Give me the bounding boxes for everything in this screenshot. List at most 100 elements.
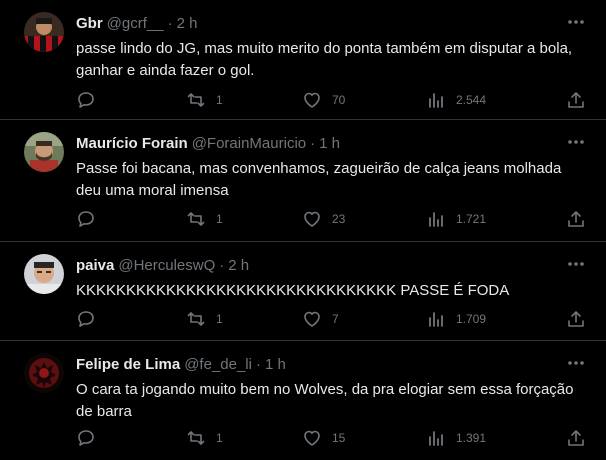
avatar[interactable] — [24, 353, 64, 393]
avatar-image-paiva — [24, 254, 64, 294]
avatar-image-mauricio — [24, 132, 64, 172]
retweet-button[interactable]: 1 — [186, 89, 223, 111]
display-name[interactable]: paiva — [76, 257, 114, 274]
retweet-button[interactable]: 1 — [186, 308, 223, 330]
like-button[interactable]: 7 — [302, 308, 339, 330]
retweet-button[interactable]: 1 — [186, 208, 223, 230]
share-upload-icon — [568, 211, 584, 227]
tweet-actions: 1 7 1.709 — [0, 308, 606, 330]
views-button[interactable]: 1.709 — [426, 308, 486, 330]
avatar[interactable] — [24, 132, 64, 172]
reply-button[interactable] — [76, 89, 96, 111]
retweet-count: 1 — [216, 212, 223, 226]
share-button[interactable] — [566, 89, 586, 111]
reply-button[interactable] — [76, 308, 96, 330]
tweet-actions: 1 23 1.721 — [0, 208, 606, 230]
more-options-button[interactable] — [564, 12, 588, 32]
heart-icon — [304, 92, 320, 108]
tweet-actions: 1 15 1.391 — [0, 427, 606, 449]
separator-dot: · — [310, 135, 316, 152]
tweet-text: passe lindo do JG, mas muito merito do p… — [76, 40, 573, 79]
user-handle[interactable]: @fe_de_li — [184, 356, 252, 373]
display-name[interactable]: Maurício Forain — [76, 135, 188, 152]
tweet-header: Felipe de Lima @fe_de_li · 1 h — [76, 355, 286, 375]
like-button[interactable]: 70 — [302, 89, 345, 111]
views-count: 1.391 — [456, 431, 487, 445]
more-options-button[interactable] — [564, 132, 588, 152]
like-button[interactable]: 23 — [302, 208, 345, 230]
user-handle[interactable]: @HerculeswQ — [118, 257, 215, 274]
separator-dot: · — [219, 257, 225, 274]
user-handle[interactable]: @gcrf__ — [107, 15, 164, 32]
user-handle[interactable]: @ForainMauricio — [192, 135, 306, 152]
tweet-text: KKKKKKKKKKKKKKKKKKKKKKKKKKKKKKKK PASSE É… — [76, 282, 510, 299]
share-upload-icon — [568, 430, 584, 446]
reply-button[interactable] — [76, 427, 96, 449]
retweet-icon — [187, 212, 205, 226]
tweet-text: Passe foi bacana, mas convenhamos, zague… — [76, 160, 562, 199]
share-upload-icon — [568, 311, 584, 327]
retweet-count: 1 — [216, 312, 223, 326]
reply-bubble-icon — [78, 92, 94, 108]
retweet-icon — [187, 93, 205, 107]
more-options-button[interactable] — [564, 353, 588, 373]
bar-chart-views-icon — [429, 312, 443, 327]
tweet-header: Gbr @gcrf__ · 2 h — [76, 14, 197, 34]
more-horizontal-icon — [568, 20, 584, 24]
tweet-item[interactable]: Maurício Forain @ForainMauricio · 1 h Passe… — [0, 120, 606, 242]
views-button[interactable]: 1.391 — [426, 427, 486, 449]
bar-chart-views-icon — [429, 93, 443, 108]
like-count: 15 — [332, 431, 346, 445]
retweet-button[interactable]: 1 — [186, 427, 223, 449]
views-count: 1.709 — [456, 312, 487, 326]
share-button[interactable] — [566, 308, 586, 330]
views-count: 1.721 — [456, 212, 487, 226]
like-count: 7 — [332, 312, 339, 326]
more-horizontal-icon — [568, 140, 584, 144]
retweet-icon — [187, 431, 205, 445]
views-button[interactable]: 1.721 — [426, 208, 486, 230]
display-name[interactable]: Felipe de Lima — [76, 356, 180, 373]
retweet-icon — [187, 312, 205, 326]
more-options-button[interactable] — [564, 254, 588, 274]
more-horizontal-icon — [568, 262, 584, 266]
reply-feed: Gbr @gcrf__ · 2 h passe lindo do JG, mas mu… — [0, 0, 606, 460]
timestamp[interactable]: 1 h — [265, 356, 286, 373]
views-button[interactable]: 2.544 — [426, 89, 486, 111]
reply-bubble-icon — [78, 430, 94, 446]
avatar-image-felipe — [24, 353, 64, 393]
timestamp[interactable]: 2 h — [228, 257, 249, 274]
share-upload-icon — [568, 92, 584, 108]
tweet-item[interactable]: Felipe de Lima @fe_de_li · 1 h O cara ta jo… — [0, 341, 606, 460]
avatar[interactable] — [24, 12, 64, 52]
heart-icon — [304, 211, 320, 227]
tweet-header: paiva @HerculeswQ · 2 h — [76, 256, 249, 276]
timestamp[interactable]: 2 h — [177, 15, 198, 32]
tweet-item[interactable]: paiva @HerculeswQ · 2 h KKKKKKKKKKKKKKKKKKK… — [0, 242, 606, 341]
display-name[interactable]: Gbr — [76, 15, 103, 32]
more-horizontal-icon — [568, 361, 584, 365]
views-count: 2.544 — [456, 93, 487, 107]
heart-icon — [304, 311, 320, 327]
share-button[interactable] — [566, 208, 586, 230]
separator-dot: · — [167, 15, 173, 32]
like-count: 23 — [332, 212, 346, 226]
reply-bubble-icon — [78, 311, 94, 327]
tweet-text: O cara ta jogando muito bem no Wolves, d… — [76, 381, 574, 420]
bar-chart-views-icon — [429, 212, 443, 227]
share-button[interactable] — [566, 427, 586, 449]
retweet-count: 1 — [216, 93, 223, 107]
retweet-count: 1 — [216, 431, 223, 445]
like-count: 70 — [332, 93, 346, 107]
tweet-item[interactable]: Gbr @gcrf__ · 2 h passe lindo do JG, mas mu… — [0, 0, 606, 120]
reply-bubble-icon — [78, 211, 94, 227]
heart-icon — [304, 430, 320, 446]
reply-button[interactable] — [76, 208, 96, 230]
bar-chart-views-icon — [429, 431, 443, 446]
tweet-actions: 1 70 2.544 — [0, 89, 606, 111]
tweet-header: Maurício Forain @ForainMauricio · 1 h — [76, 134, 340, 154]
avatar-image-gbr — [24, 12, 64, 52]
timestamp[interactable]: 1 h — [319, 135, 340, 152]
like-button[interactable]: 15 — [302, 427, 345, 449]
avatar[interactable] — [24, 254, 64, 294]
